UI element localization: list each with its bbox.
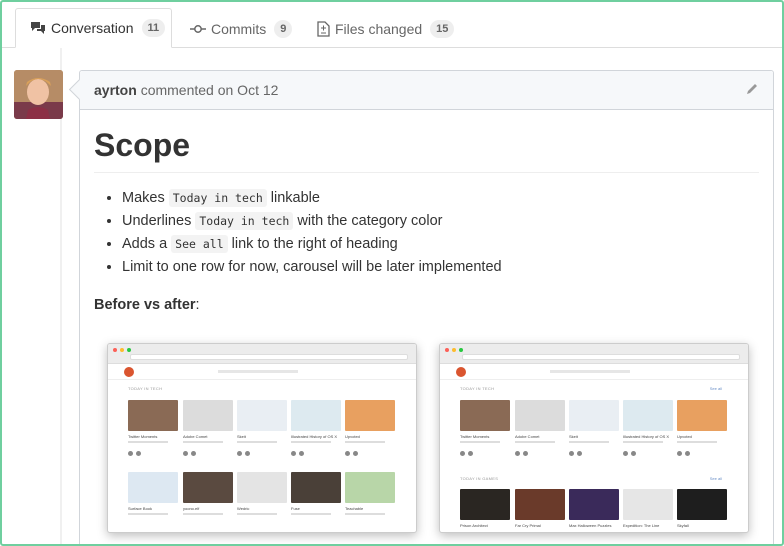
product-card: Teachable <box>345 472 395 515</box>
product-card: yoono.elf <box>183 472 233 515</box>
timeline-line <box>60 48 62 544</box>
product-card: Skeit <box>237 400 287 456</box>
product-card: Surface Book <box>128 472 178 515</box>
product-card: Adobe Comet <box>183 400 233 456</box>
avatar[interactable] <box>14 70 63 119</box>
tab-count: 11 <box>141 19 166 37</box>
tab-conversation[interactable]: Conversation 11 <box>15 8 172 48</box>
pull-request-frame: Conversation 11 Commits 9 Files changed … <box>0 0 784 546</box>
tab-count: 15 <box>430 20 455 38</box>
pr-tabbar: Conversation 11 Commits 9 Files changed … <box>2 2 782 48</box>
list-item: Limit to one row for now, carousel will … <box>122 256 759 279</box>
scope-list: Makes Today in tech linkable Underlines … <box>94 187 759 279</box>
browser-chrome <box>440 344 748 364</box>
list-item: Adds a See all link to the right of head… <box>122 233 759 256</box>
conversation-icon <box>30 21 46 35</box>
product-card: Upvoted <box>345 400 395 456</box>
comment-header: ayrton commented on Oct 12 <box>80 71 773 110</box>
inline-code: See all <box>171 235 228 253</box>
comment-box: ayrton commented on Oct 12 Scope Makes T… <box>79 70 774 544</box>
list-item: Underlines Today in tech with the catego… <box>122 210 759 233</box>
tab-count: 9 <box>274 20 293 38</box>
product-card: Twitter Moments <box>460 400 510 456</box>
before-screenshot[interactable]: TODAY IN TECH Twitter Moments Adobe Come… <box>107 343 417 533</box>
browser-chrome <box>108 344 416 364</box>
product-card: Illustrated History of OS X <box>623 400 673 456</box>
file-diff-icon <box>317 21 330 37</box>
section-title: TODAY IN TECH <box>128 386 163 391</box>
product-card: Twitter Moments <box>128 400 178 456</box>
product-card: Expedition: The Line <box>623 489 673 528</box>
product-card: Illustrated History of OS X <box>291 400 341 456</box>
pencil-icon[interactable] <box>745 82 759 99</box>
tab-label: Files changed <box>335 21 423 37</box>
section-title: TODAY IN GAMES <box>460 476 499 481</box>
comment-timestamp: commented on Oct 12 <box>140 82 279 98</box>
before-after-label: Before vs after: <box>94 297 200 313</box>
product-hunt-logo <box>124 367 134 377</box>
product-card: Far Cry Primal <box>515 489 565 528</box>
after-screenshot[interactable]: TODAY IN TECH See all Twitter Moments Ad… <box>439 343 749 533</box>
commit-icon <box>190 24 206 34</box>
comment-body: Scope Makes Today in tech linkable Under… <box>80 110 773 313</box>
comment-heading: Scope <box>94 126 759 173</box>
product-card: Max Halloween Puzzles <box>569 489 619 528</box>
inline-code: Today in tech <box>168 189 267 207</box>
inline-code: Today in tech <box>195 212 294 230</box>
product-card: Prison Architect <box>460 489 510 528</box>
product-card: Skyfall <box>677 489 727 528</box>
see-all-link[interactable]: See all <box>710 476 722 481</box>
list-item: Makes Today in tech linkable <box>122 187 759 210</box>
tab-files-changed[interactable]: Files changed 15 <box>317 9 455 49</box>
tab-label: Conversation <box>51 20 134 36</box>
tab-commits[interactable]: Commits 9 <box>190 9 293 49</box>
comment-author[interactable]: ayrton <box>94 82 137 98</box>
product-card: Skeit <box>569 400 619 456</box>
product-card: Upvoted <box>677 400 727 456</box>
section-title: TODAY IN TECH <box>460 386 495 391</box>
product-hunt-logo <box>456 367 466 377</box>
product-card: Adobe Comet <box>515 400 565 456</box>
see-all-link[interactable]: See all <box>710 386 722 391</box>
tab-label: Commits <box>211 21 267 37</box>
product-card: Wedric <box>237 472 287 515</box>
product-card: Fuse <box>291 472 341 515</box>
